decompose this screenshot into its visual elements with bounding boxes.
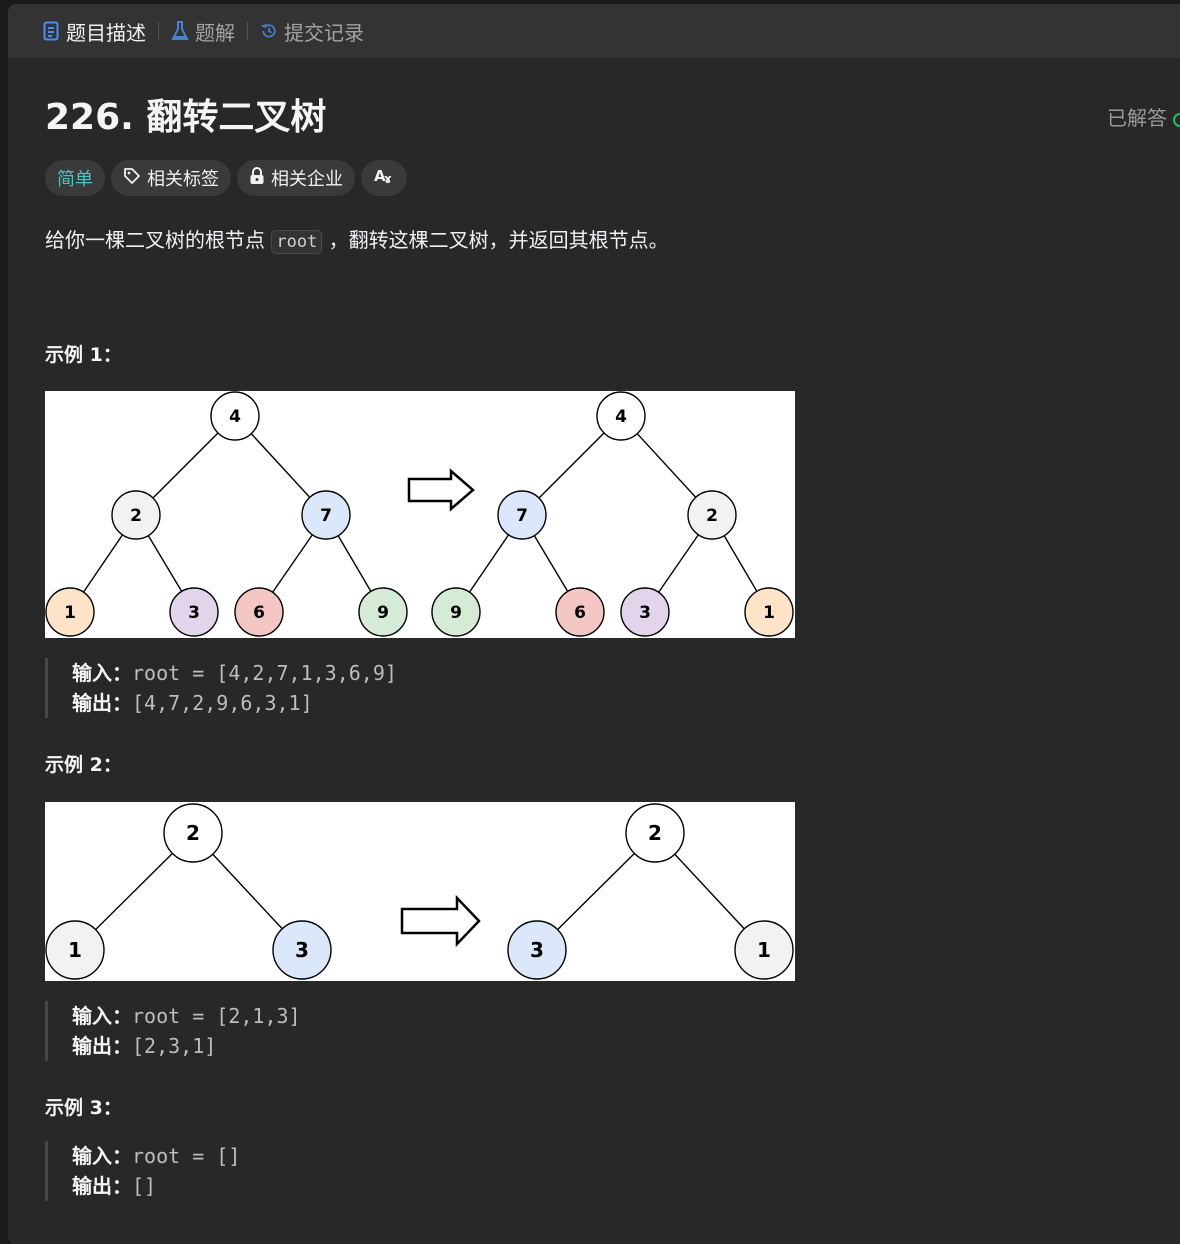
tab-submissions-label: 提交记录 <box>284 20 364 45</box>
output-value: [2,3,1] <box>132 1034 217 1058</box>
difficulty-label: 简单 <box>57 169 93 190</box>
input-label: 输入： <box>72 661 132 685</box>
node-value: 3 <box>530 938 544 962</box>
node-value: 6 <box>253 603 265 623</box>
example-1-input: 输入：root = [4,2,7,1,3,6,9] <box>72 658 397 688</box>
node-value: 4 <box>229 407 241 427</box>
arrow-icon <box>400 894 481 948</box>
node-value: 1 <box>757 938 771 962</box>
translate-button[interactable]: Aɤ <box>361 160 407 196</box>
node-value: 3 <box>295 938 309 962</box>
problem-panel: 题目描述 题解 提交记录 226. 翻转二叉树 已解答 简单 相关标签 相关企业… <box>8 4 1180 1244</box>
node-value: 3 <box>188 603 200 623</box>
input-value: root = [] <box>132 1144 241 1168</box>
tag-row: 简单 相关标签 相关企业 Aɤ <box>45 160 407 196</box>
node-value: 7 <box>516 506 528 526</box>
translate-icon: Aɤ <box>373 166 395 191</box>
example-1-title: 示例 1： <box>45 344 122 366</box>
related-tags-button[interactable]: 相关标签 <box>111 160 231 196</box>
node-value: 1 <box>68 938 82 962</box>
tab-solutions-label: 题解 <box>195 20 235 45</box>
lock-icon <box>249 166 265 190</box>
related-tags-label: 相关标签 <box>147 169 219 190</box>
app-root: 题目描述 题解 提交记录 226. 翻转二叉树 已解答 简单 相关标签 相关企业… <box>0 0 1180 1244</box>
node-value: 4 <box>615 407 627 427</box>
tab-description[interactable]: 题目描述 <box>42 17 146 46</box>
node-value: 6 <box>574 603 586 623</box>
problem-description: 给你一棵二叉树的根节点 root ，翻转这棵二叉树，并返回其根节点。 <box>45 224 669 258</box>
inline-code-root: root <box>271 230 323 254</box>
description-text-end: ，翻转这棵二叉树，并返回其根节点。 <box>328 228 669 252</box>
node-value: 1 <box>763 603 775 623</box>
example-2-title: 示例 2： <box>45 754 122 776</box>
difficulty-badge: 简单 <box>45 160 105 196</box>
related-companies-label: 相关企业 <box>271 169 343 190</box>
example-3-title: 示例 3： <box>45 1097 122 1119</box>
example-2-output: 输出：[2,3,1] <box>72 1031 301 1061</box>
related-companies-button[interactable]: 相关企业 <box>237 160 355 196</box>
output-value: [] <box>132 1174 157 1198</box>
output-label: 输出： <box>72 1034 132 1058</box>
node-value: 9 <box>377 603 389 623</box>
input-label: 输入： <box>72 1144 132 1168</box>
flask-icon <box>171 20 189 42</box>
example-1-output: 输出：[4,7,2,9,6,3,1] <box>72 688 397 718</box>
node-value: 7 <box>320 506 332 526</box>
input-value: root = [2,1,3] <box>132 1004 301 1028</box>
example-3-input: 输入：root = [] <box>72 1141 240 1171</box>
example-2-input: 输入：root = [2,1,3] <box>72 1001 301 1031</box>
title-row: 226. 翻转二叉树 已解答 <box>45 96 1180 140</box>
node-value: 9 <box>450 603 462 623</box>
node-value: 2 <box>648 821 662 845</box>
input-label: 输入： <box>72 1004 132 1028</box>
solved-label: 已解答 <box>1107 106 1167 130</box>
tab-bar: 题目描述 题解 提交记录 <box>8 4 1180 58</box>
tab-submissions[interactable]: 提交记录 <box>260 17 364 46</box>
output-label: 输出： <box>72 1174 132 1198</box>
example-2-io: 输入：root = [2,1,3] 输出：[2,3,1] <box>45 1001 301 1061</box>
input-value: root = [4,2,7,1,3,6,9] <box>132 661 397 685</box>
description-text-start: 给你一棵二叉树的根节点 <box>45 228 265 252</box>
document-icon <box>42 20 60 42</box>
svg-text:ɤ: ɤ <box>384 172 392 186</box>
output-label: 输出： <box>72 691 132 715</box>
node-value: 2 <box>706 506 718 526</box>
problem-title: 226. 翻转二叉树 <box>45 97 327 138</box>
tab-divider <box>158 22 159 40</box>
example-3-output: 输出：[] <box>72 1171 240 1201</box>
example-3-io: 输入：root = [] 输出：[] <box>45 1141 240 1201</box>
solved-status: 已解答 <box>1107 102 1180 131</box>
node-value: 2 <box>186 821 200 845</box>
solved-check-icon <box>1173 112 1180 127</box>
node-value: 3 <box>639 603 651 623</box>
node-value: 1 <box>64 603 76 623</box>
tag-icon <box>123 167 141 190</box>
tab-solutions[interactable]: 题解 <box>171 17 235 46</box>
tab-divider <box>247 22 248 40</box>
output-value: [4,7,2,9,6,3,1] <box>132 691 313 715</box>
tab-description-label: 题目描述 <box>66 20 146 45</box>
arrow-icon <box>407 468 475 512</box>
example-1-io: 输入：root = [4,2,7,1,3,6,9] 输出：[4,7,2,9,6,… <box>45 658 397 718</box>
node-value: 2 <box>130 506 142 526</box>
history-icon <box>260 20 278 42</box>
example-1-image: 4 2 7 1 3 6 9 4 7 2 9 6 3 1 <box>45 391 795 638</box>
example-2-image: 2 1 3 2 3 1 <box>45 802 795 981</box>
